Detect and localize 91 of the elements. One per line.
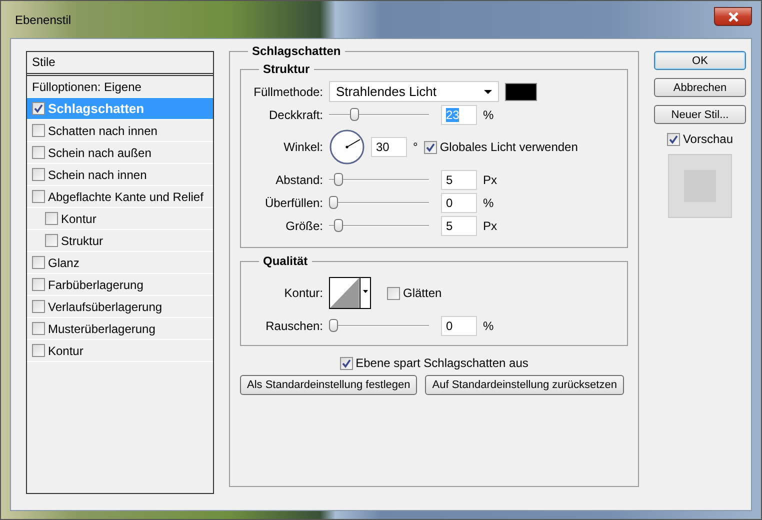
checkbox[interactable] [32,190,45,203]
style-item[interactable]: Struktur [27,230,213,252]
slider-thumb[interactable] [334,218,343,232]
style-item[interactable]: Kontur [27,340,213,362]
checkbox-label: Ebene spart Schlagschatten aus [356,356,528,370]
blend-mode-dropdown[interactable]: Strahlendes Licht [329,81,499,102]
input-field[interactable]: 0 [441,316,477,336]
checkbox[interactable] [32,124,45,137]
checkbox-label: Globales Licht verwenden [440,140,578,154]
checkbox[interactable] [32,344,45,357]
color-swatch[interactable] [505,82,537,100]
style-label: Schatten nach innen [48,124,158,138]
checkbox[interactable] [32,278,45,291]
unit-label: ° [413,140,418,154]
slider[interactable] [329,196,429,210]
style-item[interactable]: Schatten nach innen [27,120,213,142]
unit-label: % [483,108,494,122]
style-label: Struktur [61,234,104,248]
style-label: Schein nach außen [48,146,152,160]
style-label: Fülloptionen: Eigene [32,80,142,94]
field-label: Rauschen: [264,318,323,332]
unit-label: Px [483,218,498,232]
field-label: Abstand: [274,172,323,186]
style-label: Musterüberlagerung [48,322,156,336]
slider-thumb[interactable] [334,172,343,186]
style-label: Glanz [48,256,80,270]
style-item[interactable]: Schein nach innen [27,164,213,186]
defaults-button[interactable]: Auf Standardeinstellung zurücksetzen [425,375,624,395]
style-label: Schlagschatten [48,101,144,116]
dialog-button[interactable]: Neuer Stil... [654,105,746,124]
field-label: Deckkraft: [268,108,323,122]
checkbox[interactable] [666,132,680,146]
style-label: Abgeflachte Kante und Relief [48,190,204,204]
unit-label: % [483,196,494,210]
group-title: Schlagschatten [251,44,342,58]
field-label: Winkel: [282,140,323,154]
field-label: Größe: [284,218,323,232]
dialog-button[interactable]: Abbrechen [654,78,746,97]
input-field[interactable]: 30 [371,137,407,157]
checkbox[interactable] [32,102,45,115]
input-field[interactable]: 5 [441,216,477,236]
slider[interactable] [329,108,429,122]
field-label: Kontur: [283,286,323,300]
field-label: Füllmethode: [252,84,323,98]
checkbox-label: Glätten [403,286,442,300]
checkbox[interactable] [387,286,400,300]
unit-label: Px [483,172,498,186]
slider-thumb[interactable] [329,196,338,208]
style-item[interactable]: Abgeflachte Kante und Relief [27,186,213,208]
dropdown-arrow-icon [484,90,492,94]
list-header: Stile [27,52,213,76]
checkbox[interactable] [424,140,437,154]
close-icon [728,12,738,22]
style-label: Schein nach innen [48,168,147,182]
style-item[interactable]: Glanz [27,252,213,274]
window-title: Ebenenstil [15,13,72,27]
slider[interactable] [329,318,429,332]
style-label: Kontur [48,344,84,358]
contour-picker[interactable] [329,277,371,309]
close-button[interactable] [714,7,752,26]
input-field[interactable]: 0 [441,192,477,212]
preview-drawing [668,154,732,218]
slider[interactable] [329,172,429,186]
checkbox[interactable] [32,256,45,269]
dialog-button[interactable]: OK [654,51,746,70]
unit-label: % [483,318,494,332]
checkbox[interactable] [45,234,58,247]
style-item[interactable]: Verlaufsüberlagerung [27,296,213,318]
checkbox[interactable] [32,168,45,181]
style-item[interactable]: Schein nach außen [27,142,213,164]
slider-thumb[interactable] [350,108,359,120]
checkbox-label: Vorschau [682,132,734,146]
input-field[interactable]: 5 [441,170,477,190]
slider[interactable] [329,218,429,232]
group-title: Qualität [262,254,309,268]
angle-dial[interactable] [329,129,365,165]
checkbox[interactable] [340,356,353,370]
checkbox[interactable] [32,300,45,313]
style-item[interactable]: Musterüberlagerung [27,318,213,340]
style-item[interactable]: Kontur [27,208,213,230]
checkbox[interactable] [32,146,45,159]
style-item[interactable]: Farbüberlagerung [27,274,213,296]
style-label: Farbüberlagerung [48,278,144,292]
checkbox[interactable] [32,322,45,335]
group-title: Struktur [262,62,311,76]
style-label: Kontur [61,212,96,226]
checkbox[interactable] [45,212,58,225]
defaults-button[interactable]: Als Standardeinstellung festlegen [240,375,418,395]
style-label: Verlaufsüberlagerung [48,300,162,314]
field-label: Überfüllen: [264,196,323,210]
slider-thumb[interactable] [329,318,338,332]
